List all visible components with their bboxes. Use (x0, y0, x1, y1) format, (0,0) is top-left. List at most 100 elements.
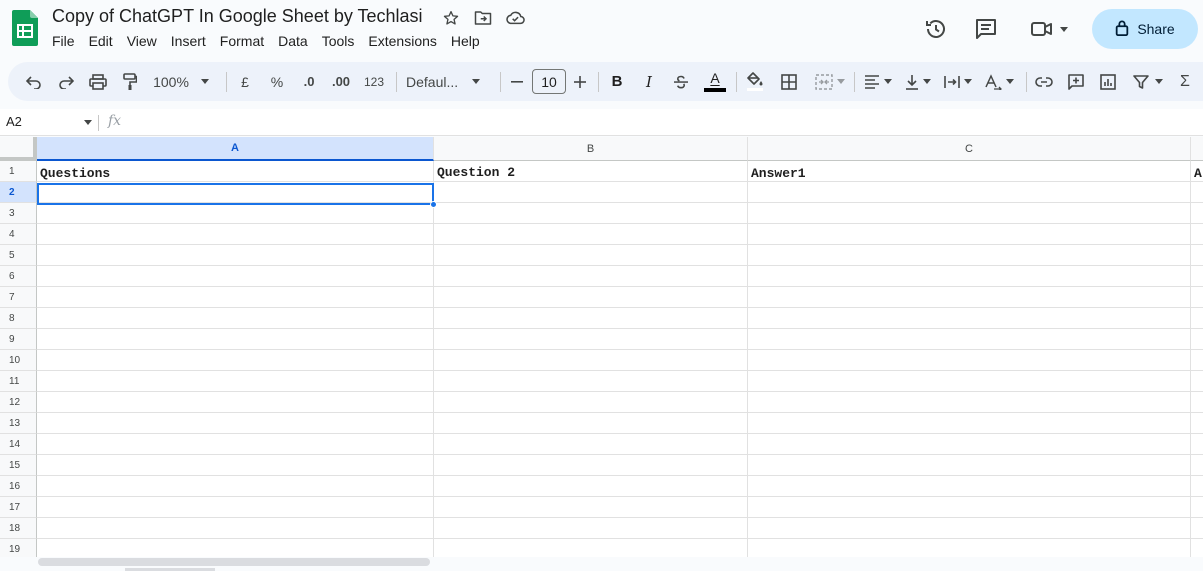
insert-link-icon[interactable] (1032, 62, 1056, 101)
menu-extensions[interactable]: Extensions (368, 33, 442, 49)
row-header-13[interactable]: 13 (0, 413, 37, 434)
share-button[interactable]: Share (1092, 9, 1198, 49)
strikethrough-icon[interactable] (670, 62, 692, 101)
cell-d1[interactable]: A (1194, 166, 1202, 181)
cell-a1[interactable]: Questions (40, 166, 110, 181)
row-header-2[interactable]: 2 (0, 182, 37, 203)
table-row[interactable] (37, 245, 1203, 266)
horizontal-scroll-thumb[interactable] (38, 558, 430, 566)
text-rotation-icon[interactable] (980, 62, 1018, 101)
borders-icon[interactable] (778, 62, 800, 101)
text-color-button[interactable]: A (702, 62, 728, 101)
row-header-10[interactable]: 10 (0, 350, 37, 371)
cloud-saved-icon[interactable] (505, 8, 525, 28)
table-row[interactable] (37, 413, 1203, 434)
table-row[interactable] (37, 308, 1203, 329)
vertical-align-icon[interactable] (900, 62, 936, 101)
row-header-9[interactable]: 9 (0, 329, 37, 350)
menu-data[interactable]: Data (278, 33, 314, 49)
select-all-corner[interactable] (0, 137, 37, 161)
spreadsheet-grid[interactable]: A B C 1 2 3 4 5 6 7 8 9 10 11 12 13 14 15 16 17 18 19 Ques… (0, 137, 1203, 560)
merge-cells-icon[interactable] (810, 62, 850, 101)
percent-button[interactable]: % (268, 62, 286, 101)
column-header-a[interactable]: A (37, 137, 434, 161)
sheets-window: Copy of ChatGPT In Google Sheet by Techl… (0, 0, 1203, 571)
font-family-select[interactable]: Defaul... (406, 62, 488, 101)
selected-cell-a2[interactable] (37, 183, 434, 205)
cell-c1[interactable]: Answer1 (751, 166, 806, 181)
menu-insert[interactable]: Insert (171, 33, 212, 49)
undo-icon[interactable] (22, 62, 46, 101)
table-row[interactable] (37, 329, 1203, 350)
column-header-b[interactable]: B (434, 137, 748, 161)
insert-chart-icon[interactable] (1096, 62, 1120, 101)
row-header-6[interactable]: 6 (0, 266, 37, 287)
menu-file[interactable]: File (52, 33, 81, 49)
fill-handle[interactable] (430, 201, 437, 208)
row-header-7[interactable]: 7 (0, 287, 37, 308)
table-row[interactable] (37, 497, 1203, 518)
formula-bar-divider (98, 115, 99, 131)
name-box[interactable]: A2 (6, 114, 22, 129)
text-wrapping-icon[interactable] (940, 62, 976, 101)
column-header-c[interactable]: C (748, 137, 1191, 161)
table-row[interactable] (37, 224, 1203, 245)
row-header-15[interactable]: 15 (0, 455, 37, 476)
name-box-dropdown-icon[interactable] (84, 120, 92, 125)
row-header-18[interactable]: 18 (0, 518, 37, 539)
table-row[interactable] (37, 392, 1203, 413)
version-history-icon[interactable] (921, 14, 951, 44)
currency-button[interactable]: £ (236, 62, 254, 101)
decrease-decimal-button[interactable]: .0 (298, 62, 320, 101)
fill-color-icon[interactable] (744, 62, 766, 101)
paint-format-icon[interactable] (118, 62, 142, 101)
menu-view[interactable]: View (127, 33, 163, 49)
row-header-11[interactable]: 11 (0, 371, 37, 392)
table-row[interactable] (37, 161, 1203, 182)
print-icon[interactable] (86, 62, 110, 101)
font-size-decrease-button[interactable] (510, 62, 524, 101)
row-header-3[interactable]: 3 (0, 203, 37, 224)
row-header-5[interactable]: 5 (0, 245, 37, 266)
horizontal-align-icon[interactable] (860, 62, 896, 101)
menu-tools[interactable]: Tools (322, 33, 361, 49)
filter-icon[interactable] (1128, 62, 1168, 101)
meet-call-icon[interactable] (1026, 14, 1072, 44)
redo-icon[interactable] (54, 62, 78, 101)
cell-b1[interactable]: Question 2 (437, 165, 515, 180)
column-header-d[interactable] (1191, 137, 1203, 161)
row-header-16[interactable]: 16 (0, 476, 37, 497)
number-format-button[interactable]: 123 (362, 62, 386, 101)
table-row[interactable] (37, 476, 1203, 497)
zoom-select[interactable]: 100% (148, 62, 214, 101)
document-title[interactable]: Copy of ChatGPT In Google Sheet by Techl… (52, 6, 423, 27)
menu-help[interactable]: Help (451, 33, 486, 49)
functions-button[interactable]: Σ (1176, 62, 1194, 101)
table-row[interactable] (37, 518, 1203, 539)
insert-comment-icon[interactable] (1064, 62, 1088, 101)
table-row[interactable] (37, 455, 1203, 476)
row-header-1[interactable]: 1 (0, 161, 37, 182)
row-header-14[interactable]: 14 (0, 434, 37, 455)
sheets-logo-icon[interactable] (12, 10, 38, 46)
bold-button[interactable]: B (608, 62, 626, 101)
table-row[interactable] (37, 266, 1203, 287)
table-row[interactable] (37, 434, 1203, 455)
menu-edit[interactable]: Edit (89, 33, 119, 49)
font-size-input[interactable]: 10 (532, 69, 566, 94)
row-header-12[interactable]: 12 (0, 392, 37, 413)
table-row[interactable] (37, 287, 1203, 308)
menu-format[interactable]: Format (220, 33, 270, 49)
table-row[interactable] (37, 203, 1203, 224)
increase-decimal-button[interactable]: .00 (328, 62, 354, 101)
table-row[interactable] (37, 350, 1203, 371)
font-size-increase-button[interactable] (572, 62, 588, 101)
star-icon[interactable] (441, 8, 461, 28)
italic-button[interactable]: I (640, 62, 658, 101)
row-header-17[interactable]: 17 (0, 497, 37, 518)
row-header-4[interactable]: 4 (0, 224, 37, 245)
move-folder-icon[interactable] (473, 8, 493, 28)
row-header-8[interactable]: 8 (0, 308, 37, 329)
comments-icon[interactable] (971, 14, 1001, 44)
table-row[interactable] (37, 371, 1203, 392)
